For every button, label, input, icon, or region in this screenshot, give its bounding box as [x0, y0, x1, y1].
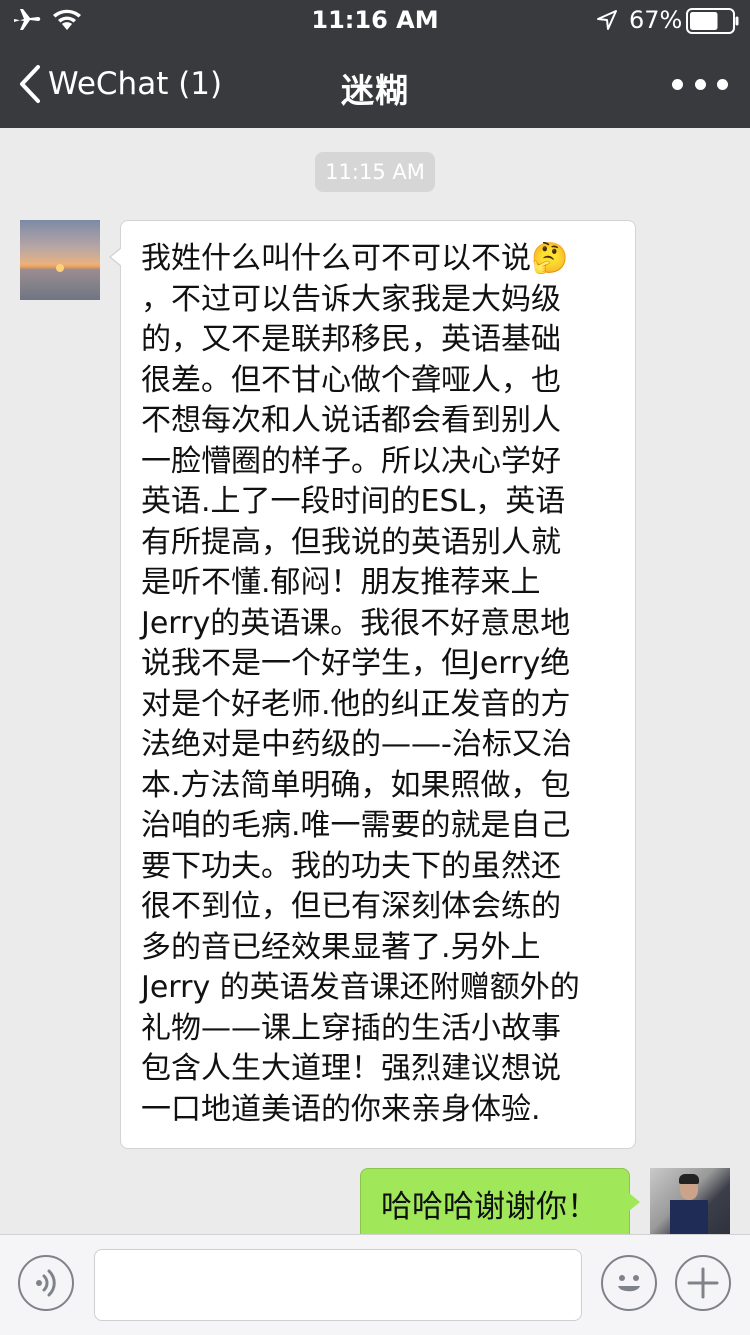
message-line: Jerry 的英语发音课还附赠额外的: [141, 970, 580, 1005]
message-line: 要下功夫。我的功夫下的虽然还: [141, 848, 561, 884]
message-input[interactable]: [94, 1249, 582, 1321]
message-line: 我姓什么叫什么可不可以不说🤔: [141, 241, 569, 276]
plus-sign-icon: [687, 1267, 719, 1299]
message-line: 是听不懂.郁闷！朋友推荐来上: [141, 565, 541, 600]
smiley-face-icon: [618, 1275, 640, 1292]
avatar-hair: [679, 1174, 699, 1184]
emoji-icon[interactable]: [601, 1255, 657, 1311]
message-line: 治咱的毛病.唯一需要的就是自己: [141, 808, 571, 843]
sent-message-bubble[interactable]: 哈哈哈谢谢你！: [360, 1168, 640, 1234]
my-avatar[interactable]: [650, 1168, 730, 1234]
message-line: 本.方法简单明确，如果照做，包: [141, 767, 571, 803]
sender-avatar[interactable]: [20, 220, 100, 300]
battery-percent: 67%: [629, 6, 683, 34]
dot: [672, 78, 683, 90]
received-message-bubble[interactable]: 我姓什么叫什么可不可以不说🤔 ，不过可以告诉大家我是大妈级 的，又不是联邦移民，…: [109, 220, 636, 1149]
message-line: 很不到位，但已有深刻体会练的: [141, 889, 561, 924]
message-line: 一口地道美语的你来亲身体验.: [141, 1091, 541, 1127]
message-line: 包含人生大道理！强烈建议想说: [141, 1051, 561, 1086]
plus-icon[interactable]: [675, 1255, 731, 1311]
input-bar: [0, 1234, 750, 1335]
nav-bar: WeChat (1) 迷糊: [0, 40, 750, 128]
more-dots-icon[interactable]: [672, 74, 728, 94]
location-arrow-icon: [597, 10, 617, 30]
avatar-suit: [670, 1200, 708, 1234]
chat-area[interactable]: 11:15 AM 我姓什么叫什么可不可以不说🤔 ，不过可以告诉大家我是大妈级 的…: [0, 128, 750, 1234]
top-bar: 11:16 AM 67% WeChat (1) 迷糊: [0, 0, 750, 128]
battery-icon: [686, 8, 739, 34]
status-bar: 11:16 AM 67%: [0, 0, 750, 40]
message-line: 不想每次和人说话都会看到别人: [141, 403, 561, 438]
sunset-sun: [56, 264, 64, 272]
message-line: 礼物——课上穿插的生活小故事: [141, 1010, 561, 1046]
message-line: 对是个好老师.他的纠正发音的方: [141, 686, 571, 722]
message-line: 法绝对是中药级的——-治标又治: [141, 727, 572, 762]
message-timestamp: 11:15 AM: [315, 152, 435, 192]
message-line: 多的音已经效果显著了.另外上: [141, 929, 541, 965]
voice-icon[interactable]: [18, 1255, 74, 1311]
message-line: 的，又不是联邦移民，英语基础: [141, 322, 561, 357]
voice-waves-icon: [36, 1269, 56, 1297]
message-line: ，不过可以告诉大家我是大妈级: [141, 281, 561, 317]
message-line: 英语.上了一段时间的ESL，英语: [141, 484, 566, 519]
chat-title: 迷糊: [341, 71, 409, 110]
dot: [717, 78, 728, 90]
message-line: 一脸懵圈的样子。所以决心学好: [141, 443, 561, 479]
dot: [694, 78, 706, 90]
message-line: 很差。但不甘心做个聋哑人，也: [141, 362, 561, 398]
message-line: 有所提高，但我说的英语别人就: [141, 524, 561, 560]
message-line: 说我不是一个好学生，但Jerry绝: [141, 646, 571, 681]
message-line: Jerry的英语课。我很不好意思地: [141, 605, 571, 641]
